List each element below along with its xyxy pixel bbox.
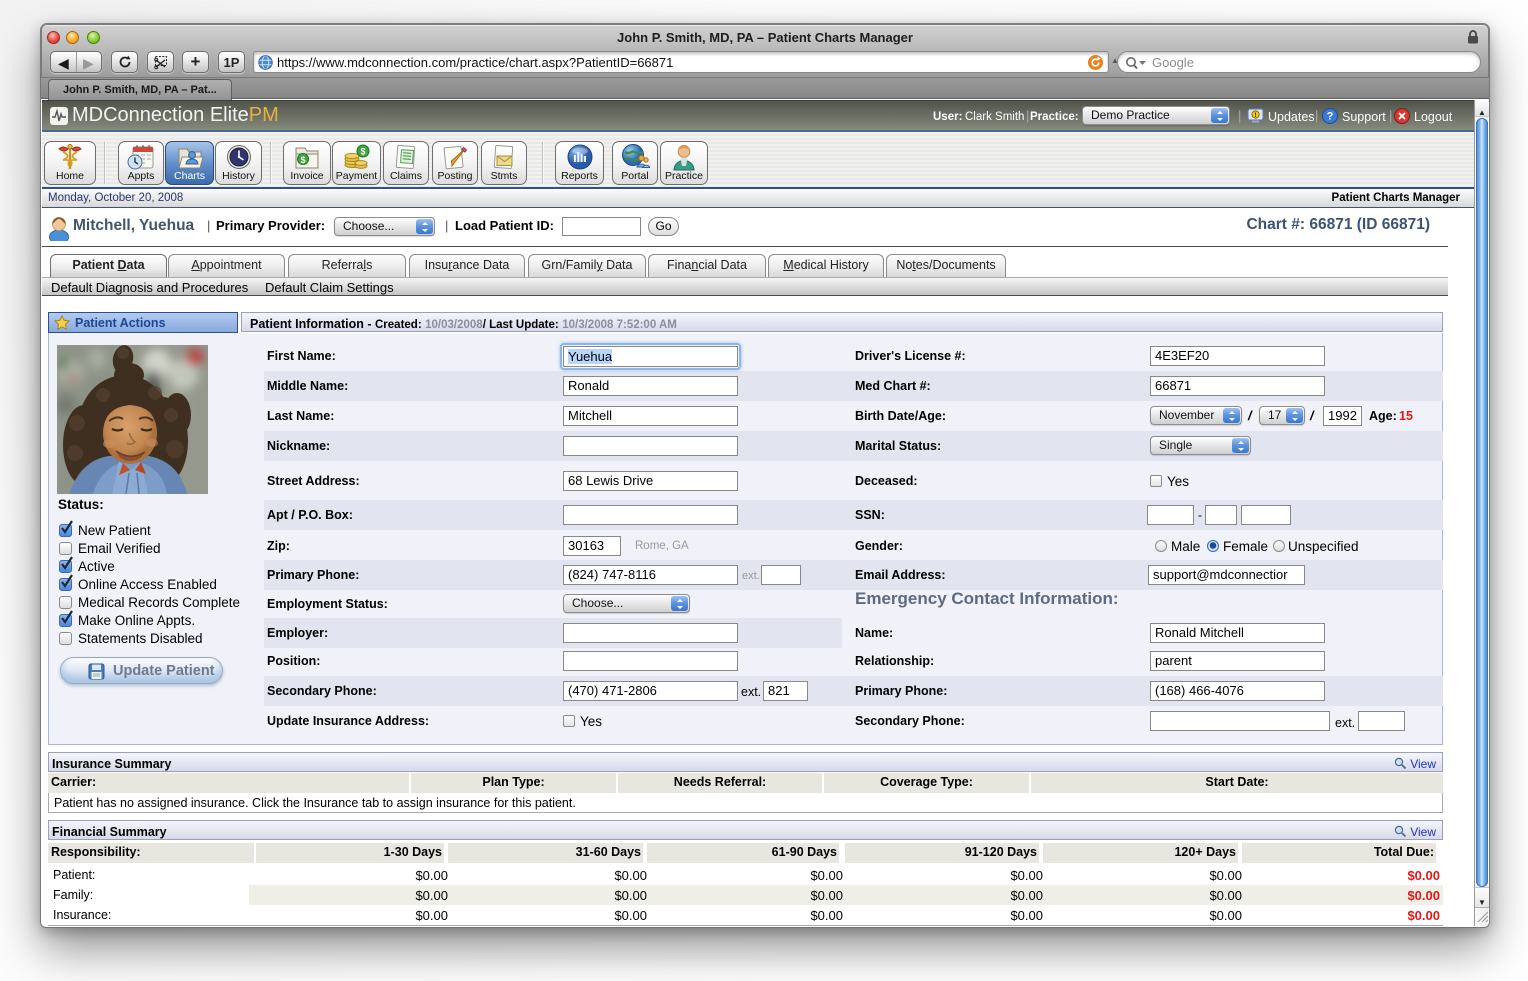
svg-text:$: $ (360, 147, 365, 157)
svg-text:$: $ (300, 155, 305, 165)
svg-text:!: ! (1254, 112, 1256, 119)
svg-text:?: ? (1327, 111, 1334, 123)
